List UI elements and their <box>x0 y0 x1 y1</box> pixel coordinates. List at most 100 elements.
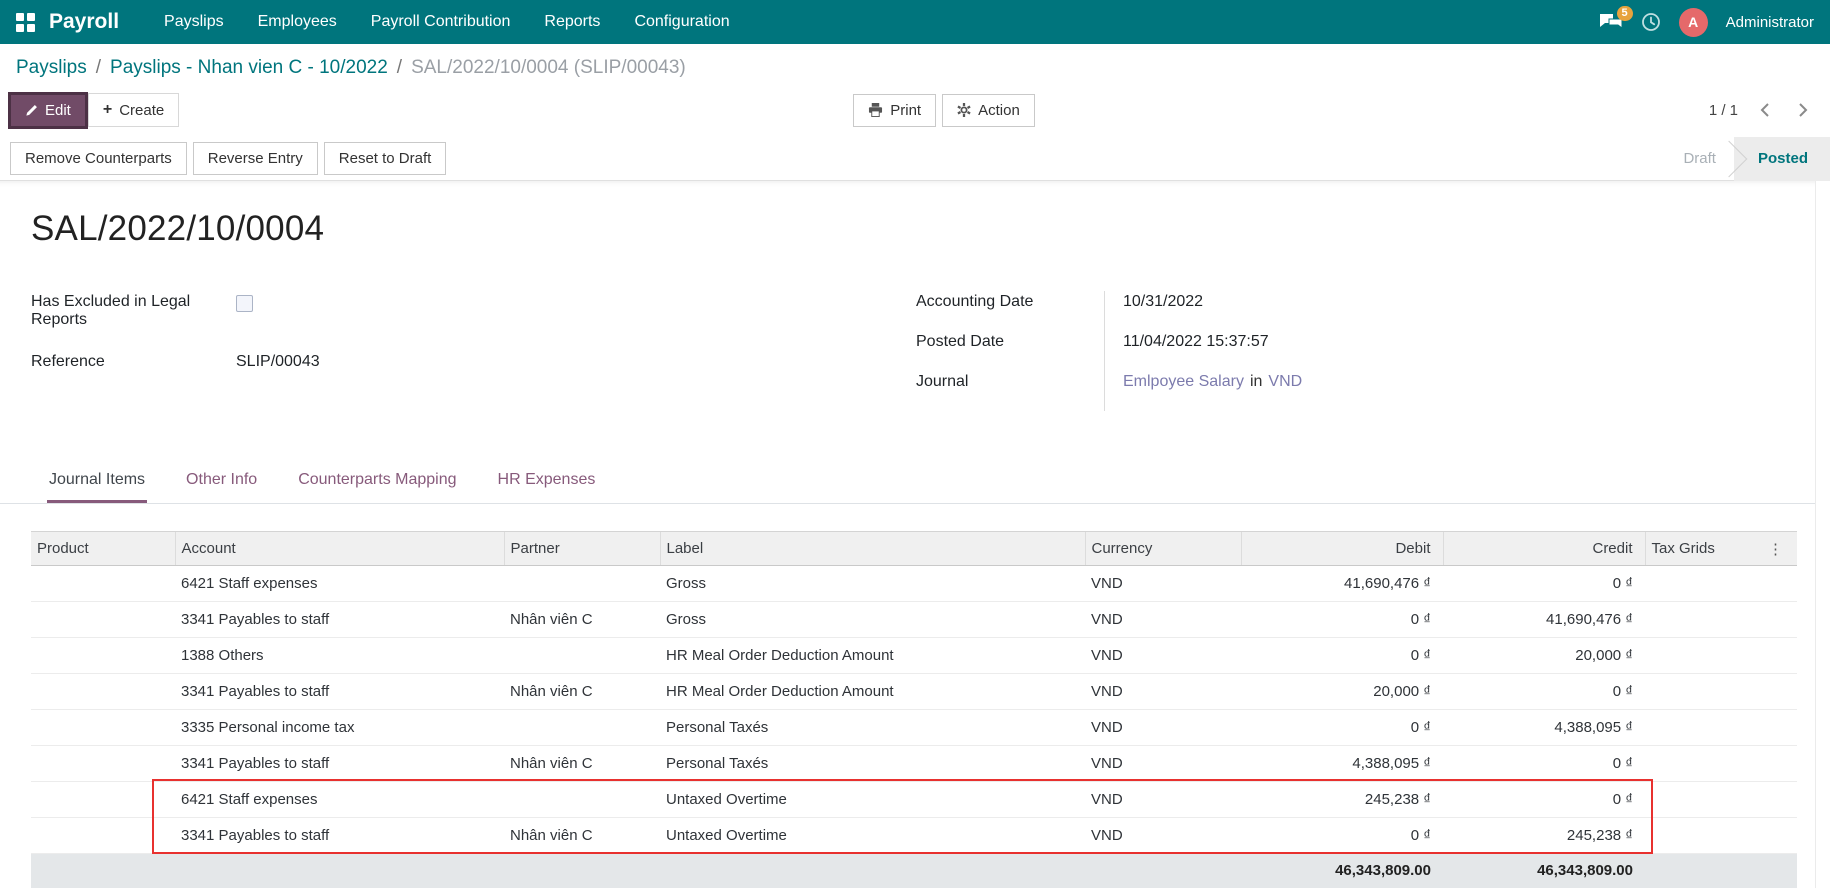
chevron-left-icon <box>1760 102 1770 118</box>
cell-product <box>31 566 175 602</box>
cell-currency: VND <box>1085 566 1241 602</box>
main-menu: Payslips Employees Payroll Contribution … <box>147 0 747 44</box>
cell-product <box>31 674 175 710</box>
pager-previous-button[interactable] <box>1754 98 1776 122</box>
menu-payroll-contribution[interactable]: Payroll Contribution <box>354 0 528 44</box>
print-button[interactable]: Print <box>853 94 936 127</box>
tab-counterparts-mapping[interactable]: Counterparts Mapping <box>296 459 458 503</box>
plus-icon: + <box>103 101 112 119</box>
column-header-partner[interactable]: Partner <box>504 532 660 566</box>
totals-row: 46,343,809.00 46,343,809.00 <box>31 854 1797 888</box>
apps-grid-icon[interactable] <box>16 13 35 32</box>
field-groups: Has Excluded in Legal Reports Reference … <box>31 291 1784 411</box>
cell-currency: VND <box>1085 710 1241 746</box>
cell-credit: 0 ₫ <box>1443 674 1645 710</box>
table-row[interactable]: 3341 Payables to staffNhân viên CHR Meal… <box>31 674 1797 710</box>
cell-tax_grids <box>1645 818 1797 854</box>
table-row[interactable]: 3341 Payables to staffNhân viên CPersona… <box>31 746 1797 782</box>
totals-body: 46,343,809.00 46,343,809.00 <box>31 854 1797 888</box>
create-button[interactable]: + Create <box>88 93 179 127</box>
breadcrumb-item-payslips[interactable]: Payslips <box>16 57 87 79</box>
column-header-currency[interactable]: Currency <box>1085 532 1241 566</box>
menu-payslips[interactable]: Payslips <box>147 0 241 44</box>
status-row: Remove Counterparts Reverse Entry Reset … <box>0 137 1830 181</box>
payroll-app-window: Payroll Payslips Employees Payroll Contr… <box>0 0 1830 888</box>
cell-credit: 0 ₫ <box>1443 746 1645 782</box>
tab-other-info[interactable]: Other Info <box>184 459 259 503</box>
column-header-credit[interactable]: Credit <box>1443 532 1645 566</box>
column-header-tax-grids[interactable]: Tax Grids ⋮ <box>1645 532 1797 566</box>
cell-debit: 41,690,476 ₫ <box>1241 566 1443 602</box>
cell-product <box>31 638 175 674</box>
pager: 1 / 1 <box>1709 98 1814 122</box>
journal-currency-link[interactable]: VND <box>1268 373 1302 390</box>
journal-items-table-wrap: Product Account Partner Label Currency D… <box>31 531 1784 888</box>
cell-partner: Nhân viên C <box>504 746 660 782</box>
reference-label: Reference <box>31 351 236 371</box>
remove-counterparts-button[interactable]: Remove Counterparts <box>10 142 187 175</box>
reset-to-draft-button[interactable]: Reset to Draft <box>324 142 447 175</box>
menu-reports[interactable]: Reports <box>527 0 617 44</box>
column-header-product[interactable]: Product <box>31 532 175 566</box>
cell-label: Untaxed Overtime <box>660 782 1085 818</box>
table-row[interactable]: 3341 Payables to staffNhân viên CUntaxed… <box>31 818 1797 854</box>
messages-icon[interactable]: 5 <box>1599 13 1623 32</box>
cell-tax_grids <box>1645 746 1797 782</box>
cell-account: 3335 Personal income tax <box>175 710 504 746</box>
cell-currency: VND <box>1085 602 1241 638</box>
table-row[interactable]: 6421 Staff expensesGrossVND41,690,476 ₫0… <box>31 566 1797 602</box>
pager-next-button[interactable] <box>1792 98 1814 122</box>
column-header-debit[interactable]: Debit <box>1241 532 1443 566</box>
table-row[interactable]: 6421 Staff expenses Untaxed OvertimeVND24… <box>31 782 1797 818</box>
cell-partner <box>504 566 660 602</box>
cell-debit: 0 ₫ <box>1241 602 1443 638</box>
cell-currency: VND <box>1085 674 1241 710</box>
menu-employees[interactable]: Employees <box>241 0 354 44</box>
cell-debit: 0 ₫ <box>1241 710 1443 746</box>
state-posted[interactable]: Posted <box>1734 137 1830 181</box>
cell-product <box>31 782 175 818</box>
journal-in-word: in <box>1250 373 1262 390</box>
table-row[interactable]: 1388 OthersHR Meal Order Deduction Amoun… <box>31 638 1797 674</box>
activity-clock-icon[interactable] <box>1641 12 1661 32</box>
app-title[interactable]: Payroll <box>49 10 119 34</box>
action-button-label: Action <box>978 102 1020 119</box>
cell-debit: 245,238 ₫ <box>1241 782 1443 818</box>
user-name[interactable]: Administrator <box>1726 14 1814 31</box>
pager-count: 1 / 1 <box>1709 102 1738 119</box>
tab-hr-expenses[interactable]: HR Expenses <box>496 459 598 503</box>
reverse-entry-button[interactable]: Reverse Entry <box>193 142 318 175</box>
posted-date-label: Posted Date <box>916 331 1104 351</box>
has-excluded-checkbox[interactable] <box>236 295 253 312</box>
journal-items-body: 6421 Staff expensesGrossVND41,690,476 ₫0… <box>31 566 1797 854</box>
optional-columns-toggle-icon[interactable]: ⋮ <box>1766 540 1785 558</box>
pencil-icon <box>25 104 38 117</box>
navbar-right: 5 A Administrator <box>1599 8 1814 37</box>
cell-partner <box>504 710 660 746</box>
tab-journal-items[interactable]: Journal Items <box>47 459 147 503</box>
avatar[interactable]: A <box>1679 8 1708 37</box>
edit-button[interactable]: Edit <box>10 94 86 127</box>
breadcrumb-separator: / <box>96 57 101 79</box>
cell-currency: VND <box>1085 782 1241 818</box>
action-button[interactable]: Action <box>942 94 1035 127</box>
menu-configuration[interactable]: Configuration <box>617 0 746 44</box>
printer-icon <box>868 103 883 117</box>
cell-partner <box>504 638 660 674</box>
cell-currency: VND <box>1085 746 1241 782</box>
statusbar: Draft Posted <box>1667 137 1830 181</box>
notebook-tabs: Journal Items Other Info Counterparts Ma… <box>0 459 1815 504</box>
column-header-account[interactable]: Account <box>175 532 504 566</box>
total-credit: 46,343,809.00 <box>1443 854 1645 888</box>
record-sheet: SAL/2022/10/0004 Has Excluded in Legal R… <box>0 181 1816 888</box>
journal-link[interactable]: Emlpoyee Salary <box>1123 373 1244 390</box>
breadcrumb-item-payslip-record[interactable]: Payslips - Nhan vien C - 10/2022 <box>110 57 388 79</box>
table-row[interactable]: 3341 Payables to staffNhân viên CGrossVN… <box>31 602 1797 638</box>
tax-grids-header-label: Tax Grids <box>1652 540 1715 557</box>
cell-label: Gross <box>660 602 1085 638</box>
cell-partner: Nhân viên C <box>504 674 660 710</box>
table-row[interactable]: 3335 Personal income taxPersonal TaxésVN… <box>31 710 1797 746</box>
cell-tax_grids <box>1645 638 1797 674</box>
cell-account: 6421 Staff expenses <box>175 782 504 818</box>
column-header-label[interactable]: Label <box>660 532 1085 566</box>
